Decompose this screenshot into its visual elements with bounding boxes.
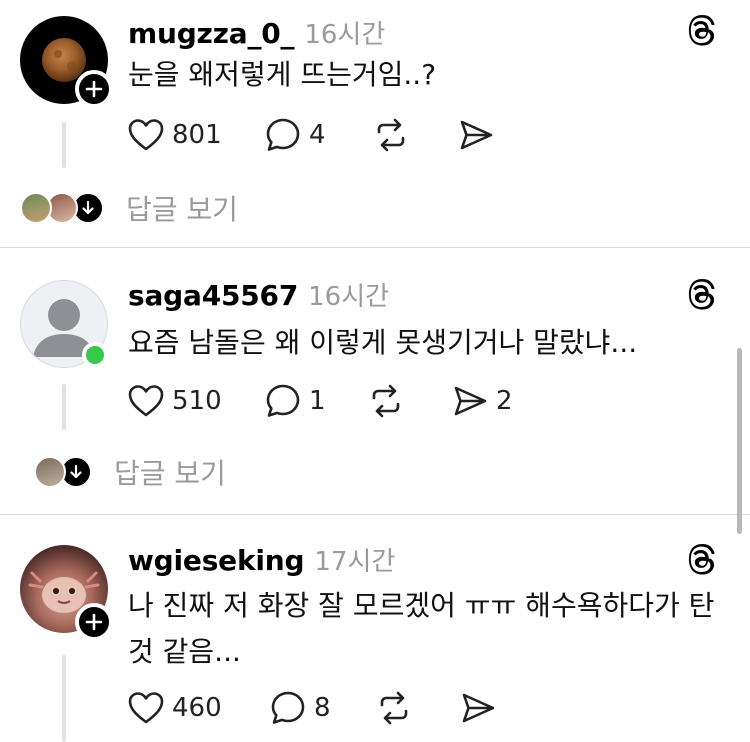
share-button[interactable] [458,115,494,155]
repost-button[interactable] [368,381,404,421]
like-count: 460 [172,693,222,723]
like-count: 801 [172,120,222,150]
share-count: 2 [496,386,513,416]
send-icon [462,693,495,723]
replier-avatar [34,456,66,488]
threads-logo-icon[interactable] [682,12,722,52]
send-icon [460,120,493,150]
like-button[interactable]: 801 [128,115,222,155]
like-count: 510 [172,386,222,416]
comment-count: 1 [309,386,326,416]
share-button[interactable]: 2 [452,381,513,421]
follow-plus-button[interactable] [75,603,113,641]
heart-icon [128,385,164,417]
username[interactable]: mugzza_0_ [128,17,295,50]
plus-icon [85,613,103,631]
view-replies-label[interactable]: 답글 보기 [126,188,238,228]
thread-line [62,122,66,168]
post-text: 나 진짜 저 화장 잘 모르겠어 ㅠㅠ 해수욕하다가 탄 것 같음... [128,583,728,675]
comment-button[interactable]: 8 [270,688,331,728]
plus-icon [85,80,103,98]
action-bar: 801 4 [128,115,528,155]
heart-icon [128,119,164,151]
threads-logo-icon[interactable] [682,541,722,581]
repost-icon [377,118,405,152]
post-2: saga45567 16시간 요즘 남돌은 왜 이렇게 못생기거나 말랐냐...… [0,248,750,514]
post-header: mugzza_0_ 16시간 [128,14,385,51]
timestamp: 16시간 [308,282,390,312]
threads-logo-icon[interactable] [682,276,722,316]
comment-icon [266,384,300,417]
repost-icon [380,691,408,725]
repost-button[interactable] [373,115,409,155]
repost-button[interactable] [376,688,412,728]
comment-icon [266,118,300,151]
username[interactable]: saga45567 [128,279,298,312]
heart-icon [128,692,164,724]
arrow-down-icon [82,200,94,215]
post-3: wgieseking 17시간 나 진짜 저 화장 잘 모르겠어 ㅠㅠ 해수욕하… [0,515,750,742]
post-text-line: 나 진짜 저 화장 잘 모르겠어 ㅠㅠ 해수욕하다가 탄 [128,589,715,622]
post-header: wgieseking 17시간 [128,541,395,578]
comment-count: 4 [309,120,326,150]
action-bar: 510 1 2 [128,381,548,421]
replier-avatar [20,192,52,224]
like-button[interactable]: 460 [128,688,222,728]
comment-count: 8 [314,693,331,723]
post-text: 요즘 남돌은 왜 이렇게 못생기거나 말랐냐... [128,326,638,359]
like-button[interactable]: 510 [128,381,222,421]
online-status-dot [82,342,108,368]
post-text: 눈을 왜저렇게 뜨는거임..? [128,58,437,91]
comment-icon [271,691,305,724]
follow-plus-button[interactable] [75,70,113,108]
post-1: mugzza_0_ 16시간 눈을 왜저렇게 뜨는거임..? 801 4 답글 … [0,0,750,248]
username[interactable]: wgieseking [128,544,305,577]
arrow-down-icon [70,464,82,479]
share-button[interactable] [460,688,496,728]
scrollbar[interactable] [737,348,742,534]
send-icon [454,386,487,416]
view-replies-row[interactable]: 답글 보기 [34,452,226,492]
view-replies-label[interactable]: 답글 보기 [114,452,226,492]
view-replies-row[interactable]: 답글 보기 [20,188,238,228]
repost-icon [372,384,400,418]
post-text-line: 것 같음... [128,635,241,668]
action-bar: 460 8 [128,688,528,728]
comment-button[interactable]: 1 [265,381,326,421]
thread-line [62,384,66,430]
timestamp: 17시간 [314,547,396,577]
thread-line [62,655,66,742]
comment-button[interactable]: 4 [265,115,326,155]
timestamp: 16시간 [304,20,386,50]
post-header: saga45567 16시간 [128,276,389,313]
